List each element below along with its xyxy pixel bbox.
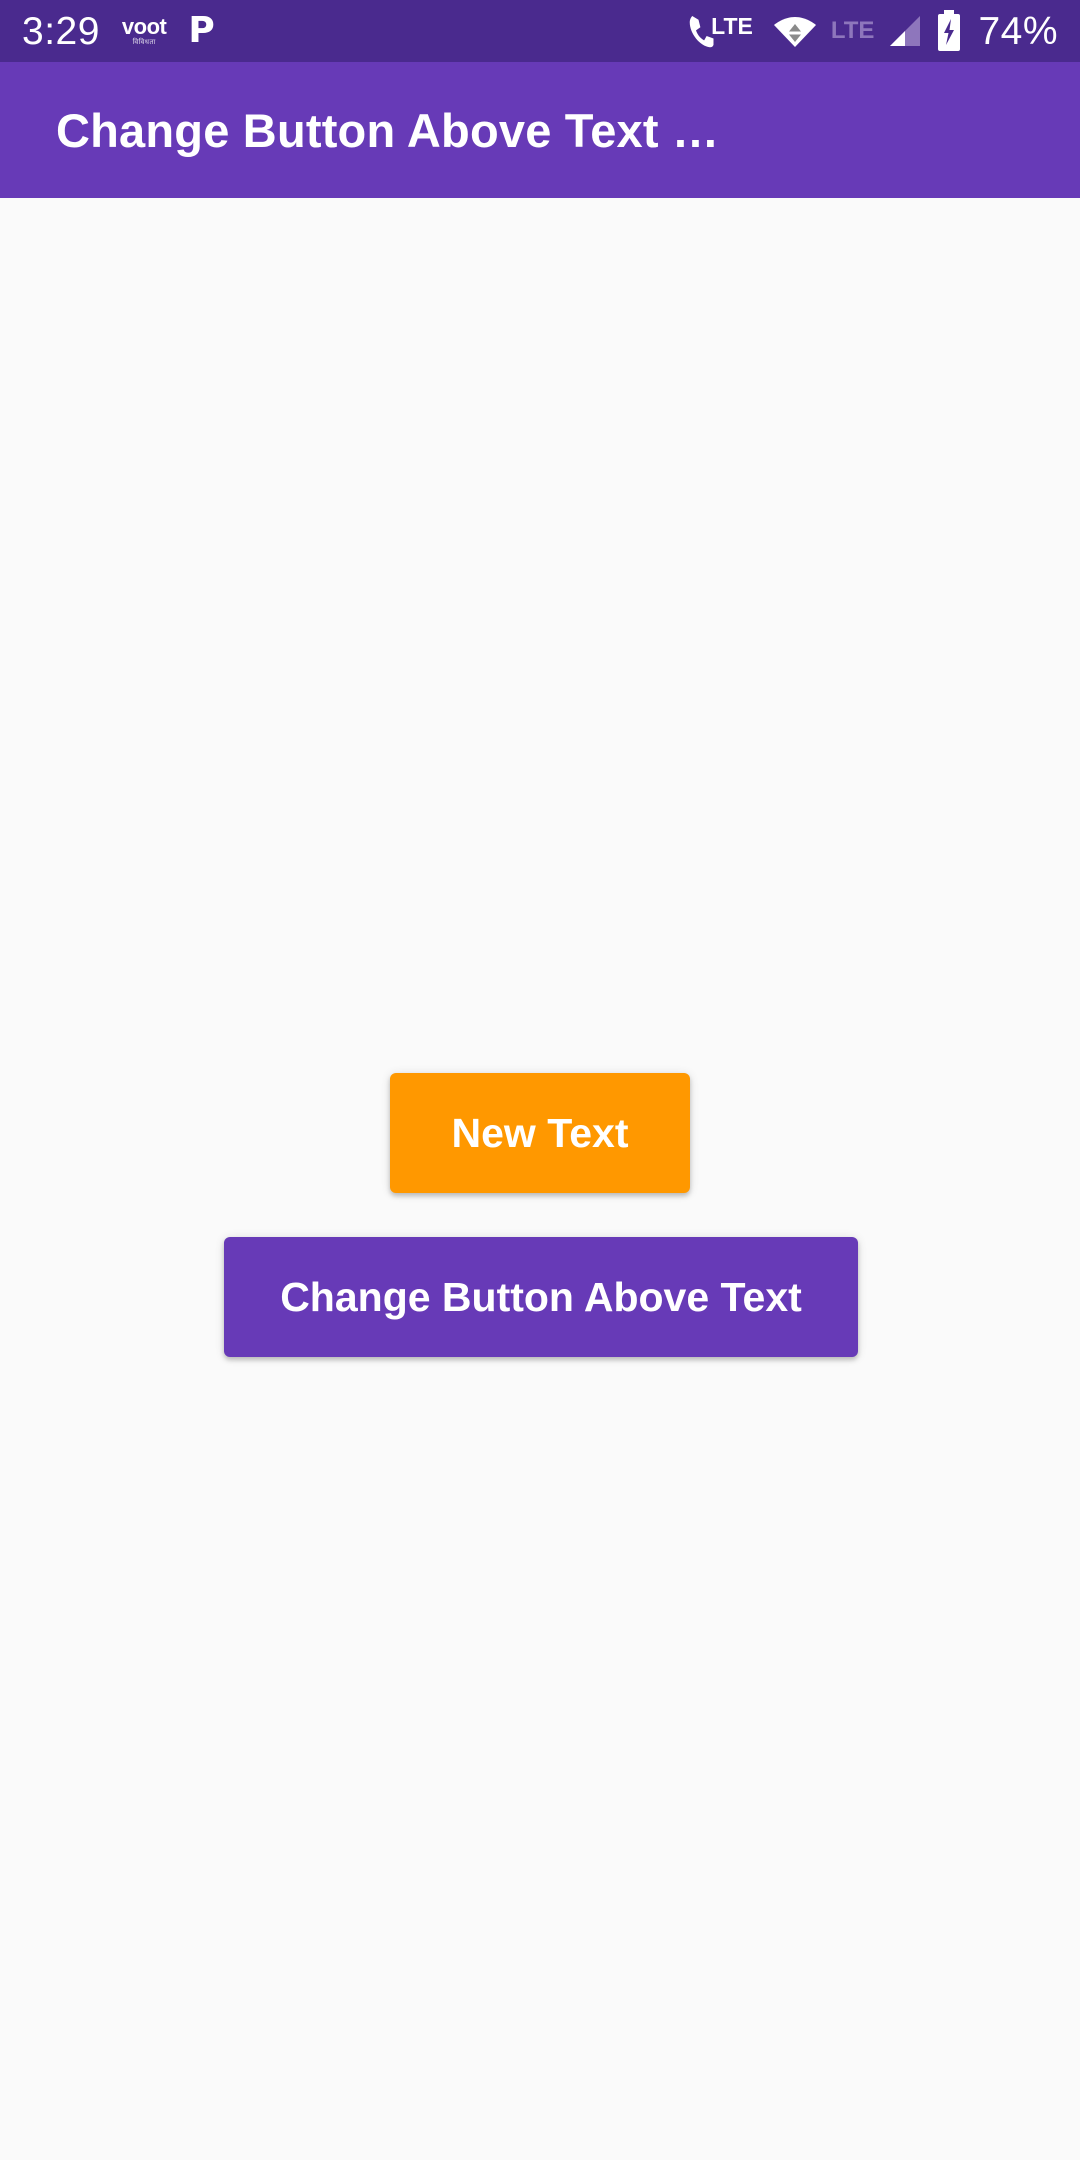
status-bar-left-group: 3:29 voot विविधता P <box>22 12 215 51</box>
signal-bars-icon <box>890 16 921 46</box>
volte-lte-label: LTE <box>711 13 753 39</box>
status-bar: 3:29 voot विविधता P LTE LTE 74% <box>0 0 1080 62</box>
cellular-signal-icon <box>887 13 923 49</box>
page-title: Change Button Above Text … <box>56 103 720 157</box>
main-content: New Text Change Button Above Text <box>0 198 1080 2160</box>
status-bar-right-group: LTE LTE 74% <box>686 10 1058 52</box>
android-app-screen: 3:29 voot विविधता P LTE LTE 74% Change B… <box>0 0 1080 2160</box>
wifi-signal-icon <box>773 17 816 47</box>
voot-app-icon: voot विविधता <box>121 14 167 47</box>
voot-app-icon-sublabel: विविधता <box>132 39 156 46</box>
change-button-above-text-button[interactable]: Change Button Above Text <box>224 1237 858 1357</box>
volte-call-icon: LTE <box>686 11 759 51</box>
wifi-icon <box>772 13 818 49</box>
new-text-button[interactable]: New Text <box>390 1073 690 1193</box>
app-bar: Change Button Above Text … <box>0 62 1080 198</box>
battery-icon <box>938 10 961 51</box>
lte-network-label: LTE <box>830 17 875 44</box>
p-app-icon: P <box>188 10 215 51</box>
battery-percentage: 74% <box>978 9 1058 53</box>
status-bar-clock: 3:29 <box>22 9 100 53</box>
battery-charging-icon <box>936 10 962 52</box>
voot-app-icon-label: voot <box>121 14 167 39</box>
